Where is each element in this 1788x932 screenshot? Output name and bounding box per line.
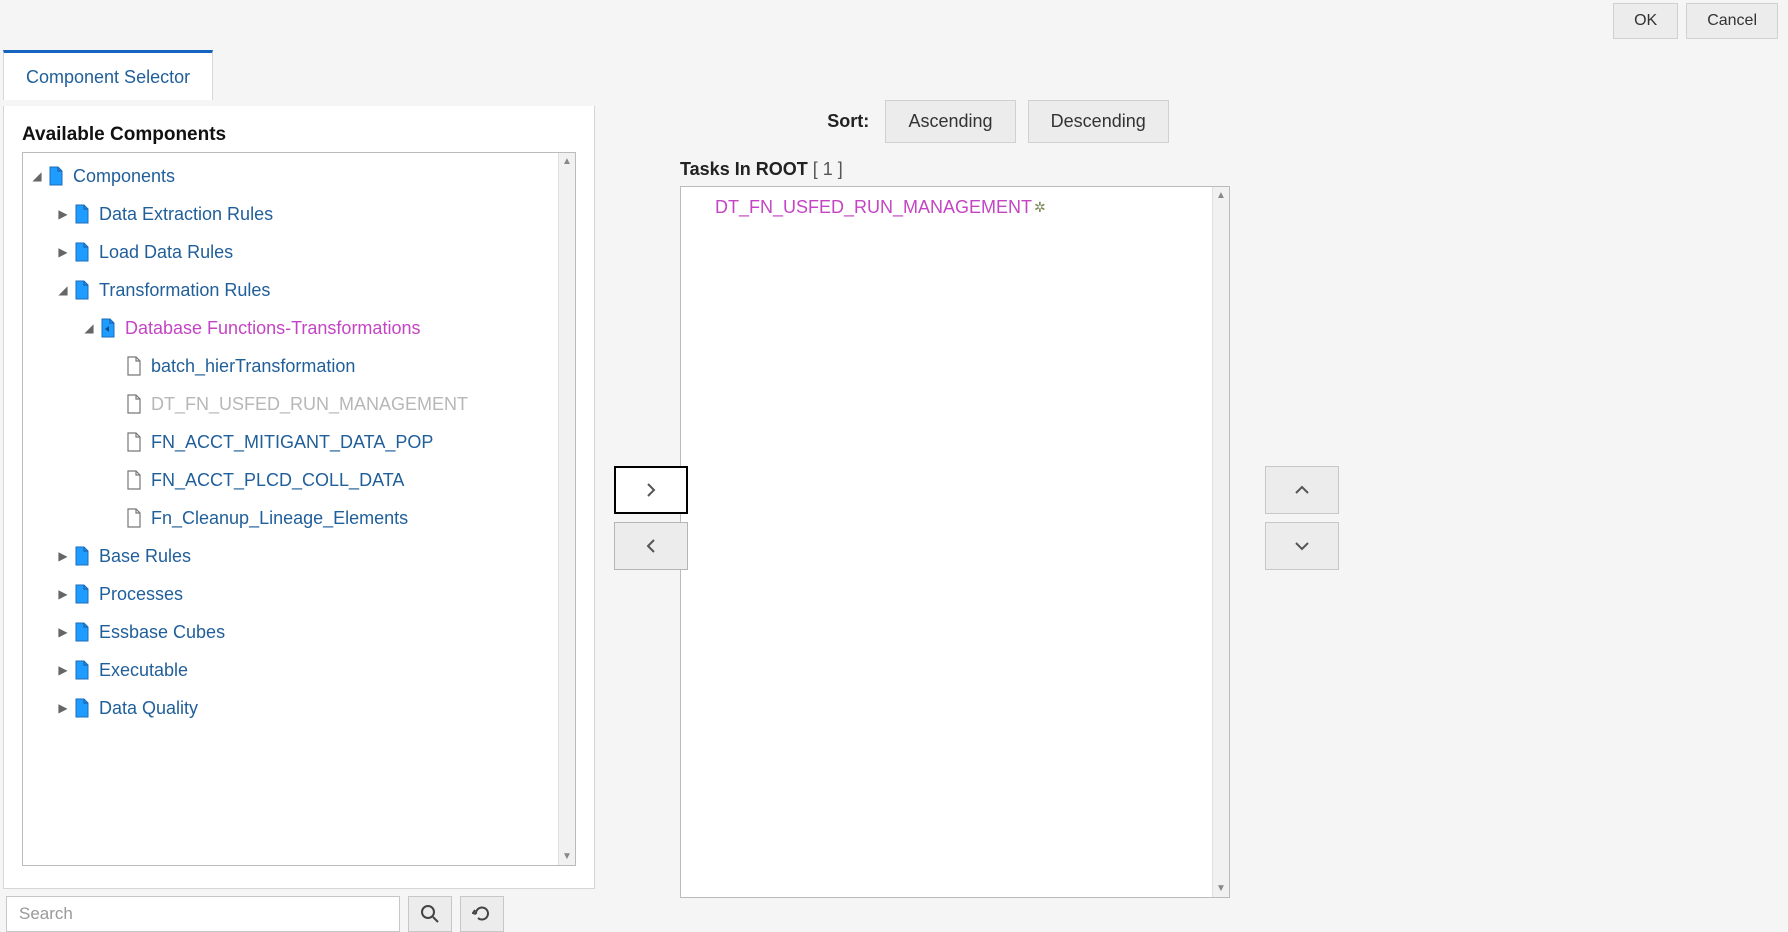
tree-scrollbar[interactable]: ▲ ▼ [558,153,575,865]
shuttle-area: Sort: Ascending Descending Tasks In ROOT… [680,100,1320,898]
expand-icon[interactable]: ▶ [55,207,71,221]
tree-label: Transformation Rules [99,280,270,301]
tree-leaf-fn-acct-plcd[interactable]: ▶ FN_ACCT_PLCD_COLL_DATA [107,461,575,499]
sort-ascending-button[interactable]: Ascending [885,100,1015,143]
task-item-label: DT_FN_USFED_RUN_MANAGEMENT [715,197,1032,218]
file-outline-icon [125,432,143,452]
available-components-header: Available Components [22,124,576,146]
file-solid-icon [73,698,91,718]
tree-node-data-extraction-rules[interactable]: ▶ Data Extraction Rules [55,195,575,233]
order-buttons [1265,466,1339,570]
file-solid-icon [73,204,91,224]
tab-row: Component Selector [0,50,213,100]
move-right-button[interactable] [614,466,688,514]
sort-label: Sort: [827,111,869,131]
tree-node-components[interactable]: ◢ Components [29,157,575,195]
undo-icon [472,904,492,924]
component-tree[interactable]: ◢ Components ▶ Data Extraction Rules [22,152,576,866]
tasks-header-title: Tasks In ROOT [680,159,808,179]
tree-label: Essbase Cubes [99,622,225,643]
sort-descending-button[interactable]: Descending [1028,100,1169,143]
tree-node-data-quality[interactable]: ▶ Data Quality [55,689,575,727]
tree-label: FN_ACCT_PLCD_COLL_DATA [151,470,404,491]
tree-node-base-rules[interactable]: ▶ Base Rules [55,537,575,575]
file-outline-icon [125,394,143,414]
scroll-down-icon[interactable]: ▼ [1213,880,1229,897]
tree-leaf-fn-acct-mitigant[interactable]: ▶ FN_ACCT_MITIGANT_DATA_POP [107,423,575,461]
move-buttons [614,466,688,570]
tree-label: batch_hierTransformation [151,356,355,377]
tree-label: Data Quality [99,698,198,719]
tree-label: Executable [99,660,188,681]
tree-label: Components [73,166,175,187]
search-button[interactable] [408,896,452,932]
tree-node-processes[interactable]: ▶ Processes [55,575,575,613]
tree-label: DT_FN_USFED_RUN_MANAGEMENT [151,394,468,415]
search-area: Search [6,896,504,932]
expand-icon[interactable]: ▶ [55,663,71,677]
tree-node-transformation-rules[interactable]: ◢ Transformation Rules [55,271,575,309]
tree-node-database-functions[interactable]: ◢ Database Functions-Transformations [81,309,575,347]
tree-leaf-fn-cleanup[interactable]: ▶ Fn_Cleanup_Lineage_Elements [107,499,575,537]
file-solid-icon [73,242,91,262]
file-solid-icon [73,584,91,604]
move-down-button[interactable] [1265,522,1339,570]
expand-icon[interactable]: ▶ [55,625,71,639]
chevron-up-icon [1294,482,1310,498]
component-selector-dialog: OK Cancel Component Selector Available C… [0,0,1788,929]
available-components-panel: Available Components ◢ Components ▶ [3,106,595,889]
file-solid-icon [73,622,91,642]
tree-node-executable[interactable]: ▶ Executable [55,651,575,689]
expand-icon[interactable]: ▶ [55,701,71,715]
tree-label: FN_ACCT_MITIGANT_DATA_POP [151,432,433,453]
search-icon [420,904,440,924]
move-left-button[interactable] [614,522,688,570]
file-outline-icon [125,508,143,528]
file-solid-icon [99,318,117,338]
tree-label: Data Extraction Rules [99,204,273,225]
expand-icon[interactable]: ▶ [55,587,71,601]
file-solid-icon [73,660,91,680]
tree-label: Database Functions-Transformations [125,318,420,339]
reset-button[interactable] [460,896,504,932]
ok-button[interactable]: OK [1613,3,1678,39]
dialog-button-row: OK Cancel [1613,3,1778,39]
collapse-icon[interactable]: ◢ [81,321,97,335]
gear-icon[interactable]: ✲ [1034,199,1046,216]
tasks-header-count: [ 1 ] [813,159,843,179]
tasks-list[interactable]: DT_FN_USFED_RUN_MANAGEMENT ✲ ▲ ▼ [680,186,1230,898]
file-outline-icon [125,470,143,490]
cancel-button[interactable]: Cancel [1686,3,1778,39]
collapse-icon[interactable]: ◢ [29,169,45,183]
tasks-header: Tasks In ROOT [ 1 ] [680,159,1320,180]
scroll-up-icon[interactable]: ▲ [1213,187,1229,204]
tree-leaf-batch-hier[interactable]: ▶ batch_hierTransformation [107,347,575,385]
tree-leaf-dtfn-usfed[interactable]: ▶ DT_FN_USFED_RUN_MANAGEMENT [107,385,575,423]
tree-label: Processes [99,584,183,605]
tree-node-load-data-rules[interactable]: ▶ Load Data Rules [55,233,575,271]
file-solid-icon [73,546,91,566]
scroll-down-icon[interactable]: ▼ [559,848,575,865]
move-up-button[interactable] [1265,466,1339,514]
collapse-icon[interactable]: ◢ [55,283,71,297]
file-solid-icon [73,280,91,300]
expand-icon[interactable]: ▶ [55,245,71,259]
tasks-scrollbar[interactable]: ▲ ▼ [1212,187,1229,897]
tree-label: Fn_Cleanup_Lineage_Elements [151,508,408,529]
task-item[interactable]: DT_FN_USFED_RUN_MANAGEMENT ✲ [715,197,1229,218]
chevron-left-icon [643,538,659,554]
tree-label: Load Data Rules [99,242,233,263]
tab-component-selector[interactable]: Component Selector [3,50,213,100]
sort-row: Sort: Ascending Descending [680,100,1320,143]
tree-label: Base Rules [99,546,191,567]
chevron-down-icon [1294,538,1310,554]
search-input[interactable]: Search [6,896,400,932]
scroll-up-icon[interactable]: ▲ [559,153,575,170]
tree-node-essbase-cubes[interactable]: ▶ Essbase Cubes [55,613,575,651]
file-solid-icon [47,166,65,186]
expand-icon[interactable]: ▶ [55,549,71,563]
file-outline-icon [125,356,143,376]
chevron-right-icon [643,482,659,498]
